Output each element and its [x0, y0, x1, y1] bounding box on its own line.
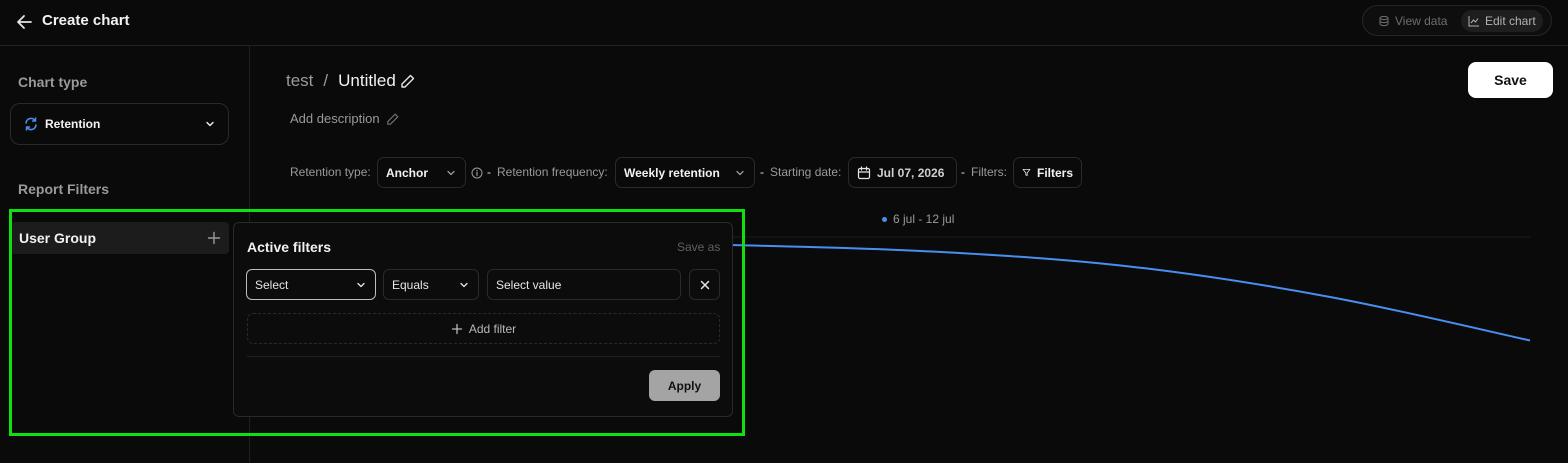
filter-value-placeholder: Select value: [496, 277, 562, 292]
save-as-button[interactable]: Save as: [677, 240, 720, 254]
retention-series-line: [732, 244, 1531, 342]
popover-title: Active filters: [247, 239, 332, 255]
filter-operator-select[interactable]: Equals: [383, 269, 479, 300]
active-filters-popover: Active filters Save as Select Equals Sel…: [233, 222, 733, 417]
chevron-down-icon: [460, 282, 468, 287]
filter-field-select[interactable]: Select: [246, 269, 376, 300]
apply-button[interactable]: Apply: [649, 370, 720, 401]
close-icon: [700, 280, 709, 289]
remove-filter-button[interactable]: [689, 269, 720, 300]
popover-divider: [247, 356, 720, 357]
plus-icon: [451, 323, 462, 334]
chevron-down-icon: [357, 282, 365, 287]
filter-field-value: Select: [255, 277, 289, 292]
filter-operator-value: Equals: [392, 277, 429, 292]
filter-value-input[interactable]: Select value: [487, 269, 681, 300]
add-filter-button[interactable]: Add filter: [247, 313, 720, 344]
add-filter-label: Add filter: [468, 321, 517, 336]
